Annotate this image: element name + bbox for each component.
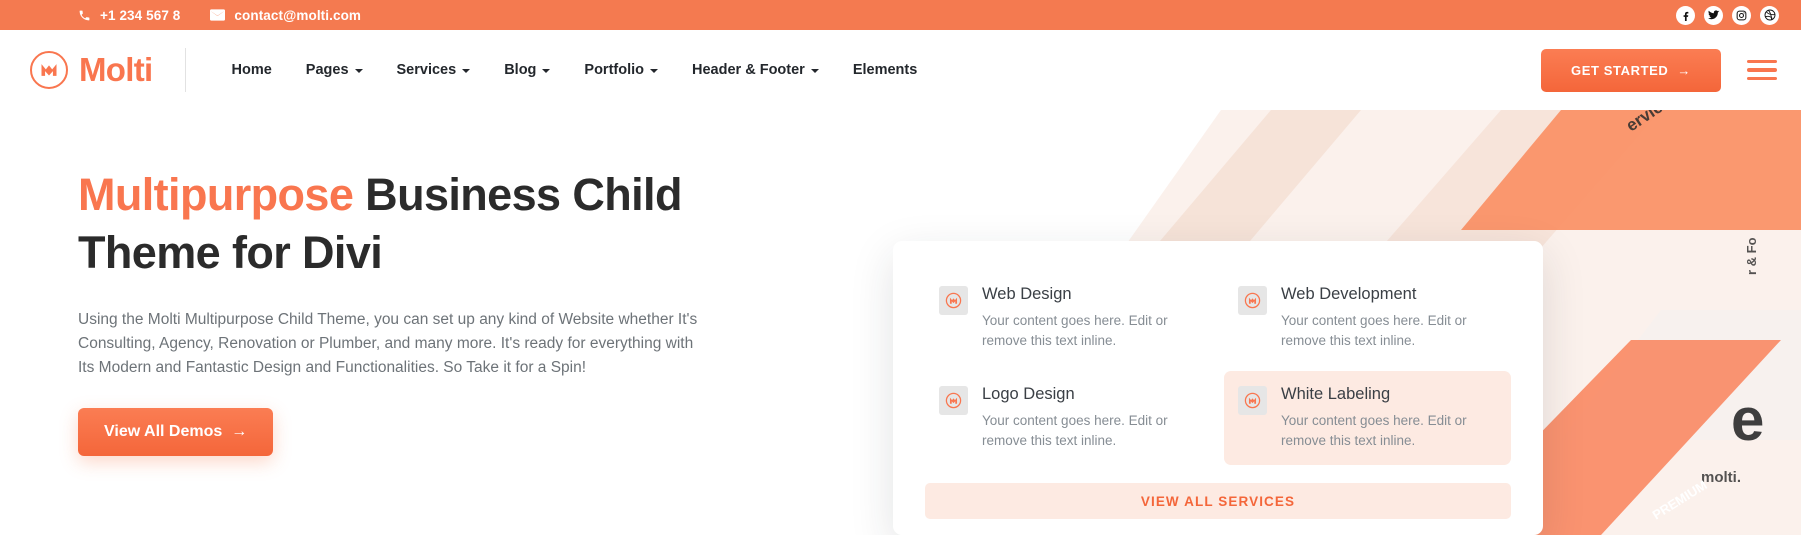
chevron-down-icon (810, 69, 819, 73)
get-started-button[interactable]: GET STARTED → (1541, 48, 1721, 92)
svg-text:e: e (1731, 386, 1764, 453)
view-all-demos-button[interactable]: View All Demos → (78, 408, 274, 456)
service-description: Your content goes here. Edit or remove t… (1281, 313, 1467, 348)
nav-label: Blog (504, 62, 537, 78)
services-dropdown-panel: Web Design Your content goes here. Edit … (893, 241, 1543, 535)
service-card-white-labeling[interactable]: White Labeling Your content goes here. E… (1224, 371, 1511, 465)
hamburger-menu-icon[interactable] (1747, 56, 1779, 85)
service-title: Web Development (1281, 285, 1417, 303)
arrow-right-icon: → (1677, 62, 1691, 78)
hero-content: Multipurpose Business Child Theme for Di… (78, 166, 768, 456)
hero-title-accent: Multipurpose (78, 169, 354, 220)
phone-icon (78, 9, 91, 22)
hamburger-bar (1747, 76, 1777, 81)
nav-item-portfolio[interactable]: Portfolio (567, 62, 675, 78)
chevron-down-icon (650, 69, 659, 73)
service-description: Your content goes here. Edit or remove t… (982, 313, 1168, 348)
nav-label: Header & Footer (692, 62, 805, 78)
nav-item-header-footer[interactable]: Header & Footer (675, 62, 836, 78)
twitter-icon[interactable] (1704, 5, 1723, 25)
nav-item-home[interactable]: Home (214, 62, 288, 78)
nav-label: Home (231, 62, 272, 78)
email-address: contact@molti.com (234, 7, 362, 23)
view-all-demos-label: View All Demos (104, 423, 223, 440)
service-description: Your content goes here. Edit or remove t… (1281, 413, 1467, 448)
phone-contact[interactable]: +1 234 567 8 (78, 8, 180, 23)
nav-label: Portfolio (584, 62, 645, 78)
molti-m-logo-icon (1238, 286, 1267, 315)
molti-m-logo-icon (30, 51, 68, 89)
service-description: Your content goes here. Edit or remove t… (982, 413, 1168, 448)
service-card-web-development[interactable]: Web Development Your content goes here. … (1224, 271, 1511, 365)
social-links-group (1676, 5, 1779, 25)
header-actions: GET STARTED → (1541, 48, 1779, 92)
nav-label: Services (396, 62, 457, 78)
chevron-down-icon (542, 69, 551, 73)
service-body: Web Development Your content goes here. … (1281, 284, 1497, 351)
top-contact-bar: +1 234 567 8 contact@molti.com (0, 0, 1801, 30)
hero-paragraph: Using the Molti Multipurpose Child Theme… (78, 311, 698, 376)
facebook-icon[interactable] (1676, 5, 1695, 25)
view-all-services-button[interactable]: VIEW ALL SERVICES (925, 483, 1511, 519)
molti-m-logo-icon (1238, 386, 1267, 415)
service-card-web-design[interactable]: Web Design Your content goes here. Edit … (925, 271, 1212, 365)
svg-text:r & Fo: r & Fo (1744, 237, 1759, 275)
services-grid: Web Design Your content goes here. Edit … (925, 271, 1511, 465)
nav-item-elements[interactable]: Elements (836, 62, 934, 78)
hero-section: ervices r & Fo e molti. PREMIUM Multipur… (0, 110, 1801, 535)
view-all-services-label: VIEW ALL SERVICES (1140, 493, 1296, 509)
nav-label: Pages (305, 62, 349, 78)
hamburger-bar (1747, 68, 1777, 72)
service-title: Logo Design (982, 385, 1075, 403)
service-title: Web Design (982, 285, 1072, 303)
service-title: White Labeling (1281, 385, 1391, 403)
nav-item-blog[interactable]: Blog (487, 62, 567, 78)
hamburger-bar (1747, 59, 1777, 64)
chevron-down-icon (354, 69, 363, 73)
topbar-contact-group: +1 234 567 8 contact@molti.com (78, 8, 361, 23)
phone-number: +1 234 567 8 (100, 7, 181, 23)
hero-title: Multipurpose Business Child Theme for Di… (78, 166, 768, 282)
svg-text:molti.: molti. (1701, 469, 1741, 486)
logo-text: Molti (79, 51, 153, 88)
service-body: White Labeling Your content goes here. E… (1281, 384, 1497, 451)
service-body: Logo Design Your content goes here. Edit… (982, 384, 1198, 451)
nav-label: Elements (852, 62, 918, 78)
mail-icon (210, 9, 226, 21)
service-body: Web Design Your content goes here. Edit … (982, 284, 1198, 351)
nav-item-pages[interactable]: Pages (289, 62, 380, 78)
header-divider (185, 48, 187, 92)
email-contact[interactable]: contact@molti.com (210, 8, 361, 23)
arrow-right-icon: → (231, 423, 248, 440)
dribbble-icon[interactable] (1760, 5, 1779, 25)
site-logo[interactable]: Molti (30, 51, 153, 89)
molti-m-logo-icon (939, 286, 968, 315)
instagram-icon[interactable] (1732, 5, 1751, 25)
chevron-down-icon (462, 69, 471, 73)
panel-bottom-spacer (925, 519, 1511, 535)
main-navigation: Home Pages Services Blog Portfolio Heade… (214, 62, 934, 78)
nav-item-services[interactable]: Services (380, 62, 488, 78)
get-started-label: GET STARTED (1571, 62, 1669, 78)
site-header: Molti Home Pages Services Blog Portfolio… (0, 30, 1801, 110)
service-card-logo-design[interactable]: Logo Design Your content goes here. Edit… (925, 371, 1212, 465)
molti-m-logo-icon (939, 386, 968, 415)
